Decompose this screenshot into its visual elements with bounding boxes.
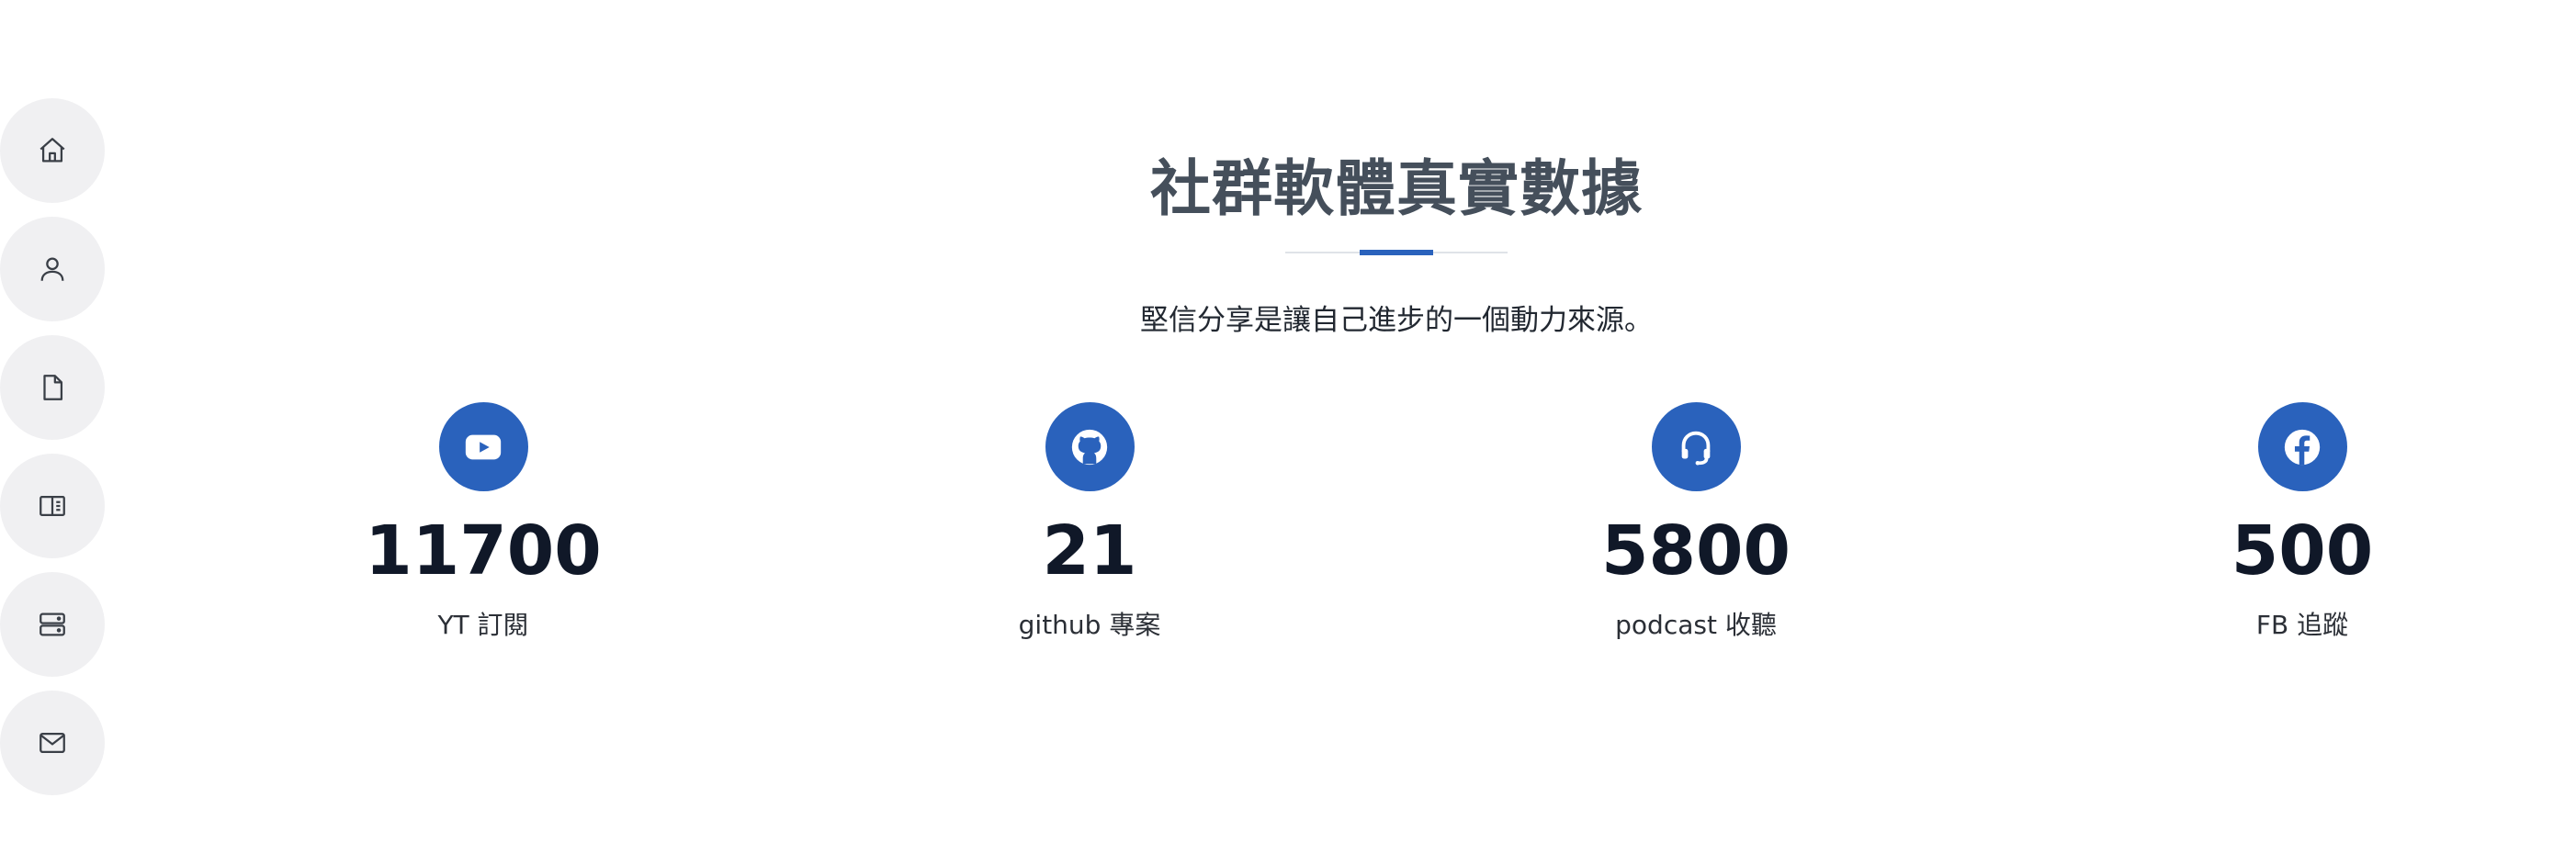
stat-value: 21 bbox=[1042, 511, 1137, 590]
server-icon bbox=[40, 612, 65, 636]
stat-youtube: 11700 YT 訂閱 bbox=[299, 402, 667, 642]
mail-icon bbox=[40, 732, 65, 754]
stat-podcast-icon-badge bbox=[1651, 402, 1741, 491]
github-icon bbox=[1071, 429, 1108, 465]
nav-portfolio-button[interactable] bbox=[0, 454, 105, 558]
stat-label: FB 追蹤 bbox=[2255, 610, 2349, 640]
stat-value: 500 bbox=[2231, 511, 2374, 590]
stat-facebook-icon-badge bbox=[2257, 402, 2347, 491]
stat-github-icon-badge bbox=[1045, 402, 1135, 491]
stat-github: 21 github 專案 bbox=[906, 402, 1273, 642]
stat-label: github 專案 bbox=[1018, 610, 1161, 640]
youtube-icon bbox=[465, 434, 502, 459]
nav-contact-button[interactable] bbox=[0, 691, 105, 795]
page: 社群軟體真實數據 堅信分享是讓自己進步的一個動力來源。 11700 YT 訂閱 … bbox=[0, 0, 2576, 854]
stat-facebook: 500 FB 追蹤 bbox=[2118, 402, 2486, 642]
stat-label: podcast 收聽 bbox=[1615, 610, 1777, 640]
facebook-icon bbox=[2284, 429, 2321, 465]
book-icon bbox=[40, 495, 65, 517]
title-divider-accent bbox=[1360, 250, 1433, 255]
stat-podcast: 5800 podcast 收聽 bbox=[1512, 402, 1880, 642]
nav-services-button[interactable] bbox=[0, 572, 105, 677]
section-title: 社群軟體真實數據 bbox=[1150, 153, 1643, 224]
user-icon bbox=[40, 257, 64, 281]
section-subtitle: 堅信分享是讓自己進步的一個動力來源。 bbox=[1140, 304, 1653, 337]
stat-value: 11700 bbox=[365, 511, 602, 590]
stat-label: YT 訂閱 bbox=[437, 610, 529, 640]
stat-value: 5800 bbox=[1601, 511, 1791, 590]
stat-youtube-icon-badge bbox=[438, 402, 528, 491]
file-icon bbox=[43, 375, 63, 400]
headset-icon bbox=[1681, 431, 1711, 466]
nav-resume-button[interactable] bbox=[0, 335, 105, 440]
